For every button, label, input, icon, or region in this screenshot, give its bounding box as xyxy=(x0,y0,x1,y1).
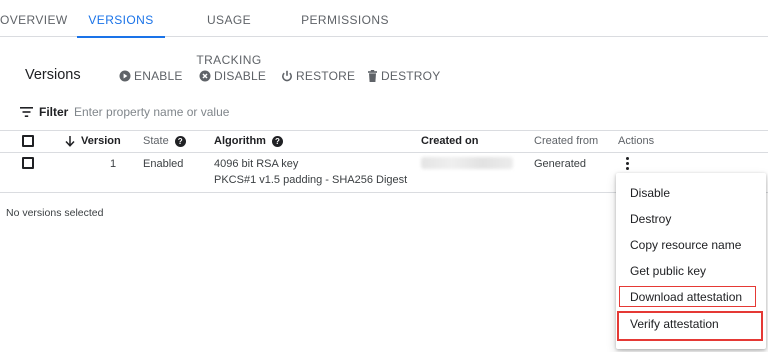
tab-overview[interactable]: OVERVIEW xyxy=(0,0,67,37)
actions-menu: Disable Destroy Copy resource name Get p… xyxy=(616,173,766,349)
filter-label: Filter xyxy=(39,105,69,119)
arrow-down-icon xyxy=(65,135,75,147)
filter-bar: Filter xyxy=(20,102,68,122)
version-cell: 1 xyxy=(110,158,117,170)
column-header-state: State ? xyxy=(143,135,186,147)
column-header-created-on-label: Created on xyxy=(421,135,479,147)
play-circle-icon xyxy=(119,70,131,82)
power-icon xyxy=(282,70,292,82)
disable-button[interactable]: DISABLE xyxy=(199,68,266,84)
column-header-created-from: Created from xyxy=(534,135,598,147)
table-header: Version State ? Algorithm ? Created on C… xyxy=(0,130,768,153)
menu-item-verify-attestation[interactable]: Verify attestation xyxy=(616,311,766,337)
restore-button[interactable]: RESTORE xyxy=(281,68,355,84)
tab-versions[interactable]: VERSIONS xyxy=(77,0,165,38)
menu-item-destroy[interactable]: Destroy xyxy=(616,206,766,232)
restore-button-label: RESTORE xyxy=(296,69,356,83)
column-header-created-on: Created on xyxy=(421,135,478,147)
filter-icon xyxy=(20,107,33,117)
more-actions-icon[interactable] xyxy=(624,156,630,172)
menu-item-download-attestation[interactable]: Download attestation xyxy=(616,284,766,310)
column-header-algorithm-label: Algorithm xyxy=(214,135,266,147)
enable-button[interactable]: ENABLE xyxy=(119,68,183,84)
enable-button-label: ENABLE xyxy=(134,69,183,83)
column-header-created-from-label: Created from xyxy=(534,135,599,147)
disable-button-label: DISABLE xyxy=(214,69,267,83)
destroy-button-label: DESTROY xyxy=(381,69,441,83)
menu-item-disable[interactable]: Disable xyxy=(616,180,766,206)
help-icon[interactable]: ? xyxy=(271,135,283,147)
column-header-actions-label: Actions xyxy=(618,135,655,147)
column-header-state-label: State xyxy=(143,135,169,147)
selection-status: No versions selected xyxy=(6,207,104,219)
tab-bar: OVERVIEW VERSIONS USAGE TRACKING PERMISS… xyxy=(0,0,768,67)
help-icon[interactable]: ? xyxy=(174,135,186,147)
row-checkbox[interactable] xyxy=(22,157,34,169)
column-header-version-label: Version xyxy=(81,135,121,147)
menu-item-copy-resource-name[interactable]: Copy resource name xyxy=(616,232,766,258)
destroy-button[interactable]: DESTROY xyxy=(367,68,440,84)
trash-icon xyxy=(368,70,377,82)
filter-input[interactable] xyxy=(74,102,374,122)
state-cell: Enabled xyxy=(143,158,184,170)
tab-permissions[interactable]: PERMISSIONS xyxy=(300,0,390,37)
column-header-algorithm: Algorithm ? xyxy=(214,135,283,147)
algorithm-cell-line1: 4096 bit RSA key xyxy=(214,158,299,170)
algorithm-cell-line2: PKCS#1 v1.5 padding - SHA256 Digest xyxy=(214,174,408,186)
page-title: Versions xyxy=(25,67,81,83)
column-header-version[interactable]: Version xyxy=(65,135,121,147)
cancel-circle-icon xyxy=(199,70,211,82)
menu-item-get-public-key[interactable]: Get public key xyxy=(616,258,766,284)
column-header-actions: Actions xyxy=(618,135,654,147)
tab-usage-tracking[interactable]: USAGE TRACKING xyxy=(176,0,282,67)
created-on-cell-redacted xyxy=(421,157,513,169)
created-from-cell: Generated xyxy=(534,158,586,170)
select-all-checkbox[interactable] xyxy=(22,135,34,147)
